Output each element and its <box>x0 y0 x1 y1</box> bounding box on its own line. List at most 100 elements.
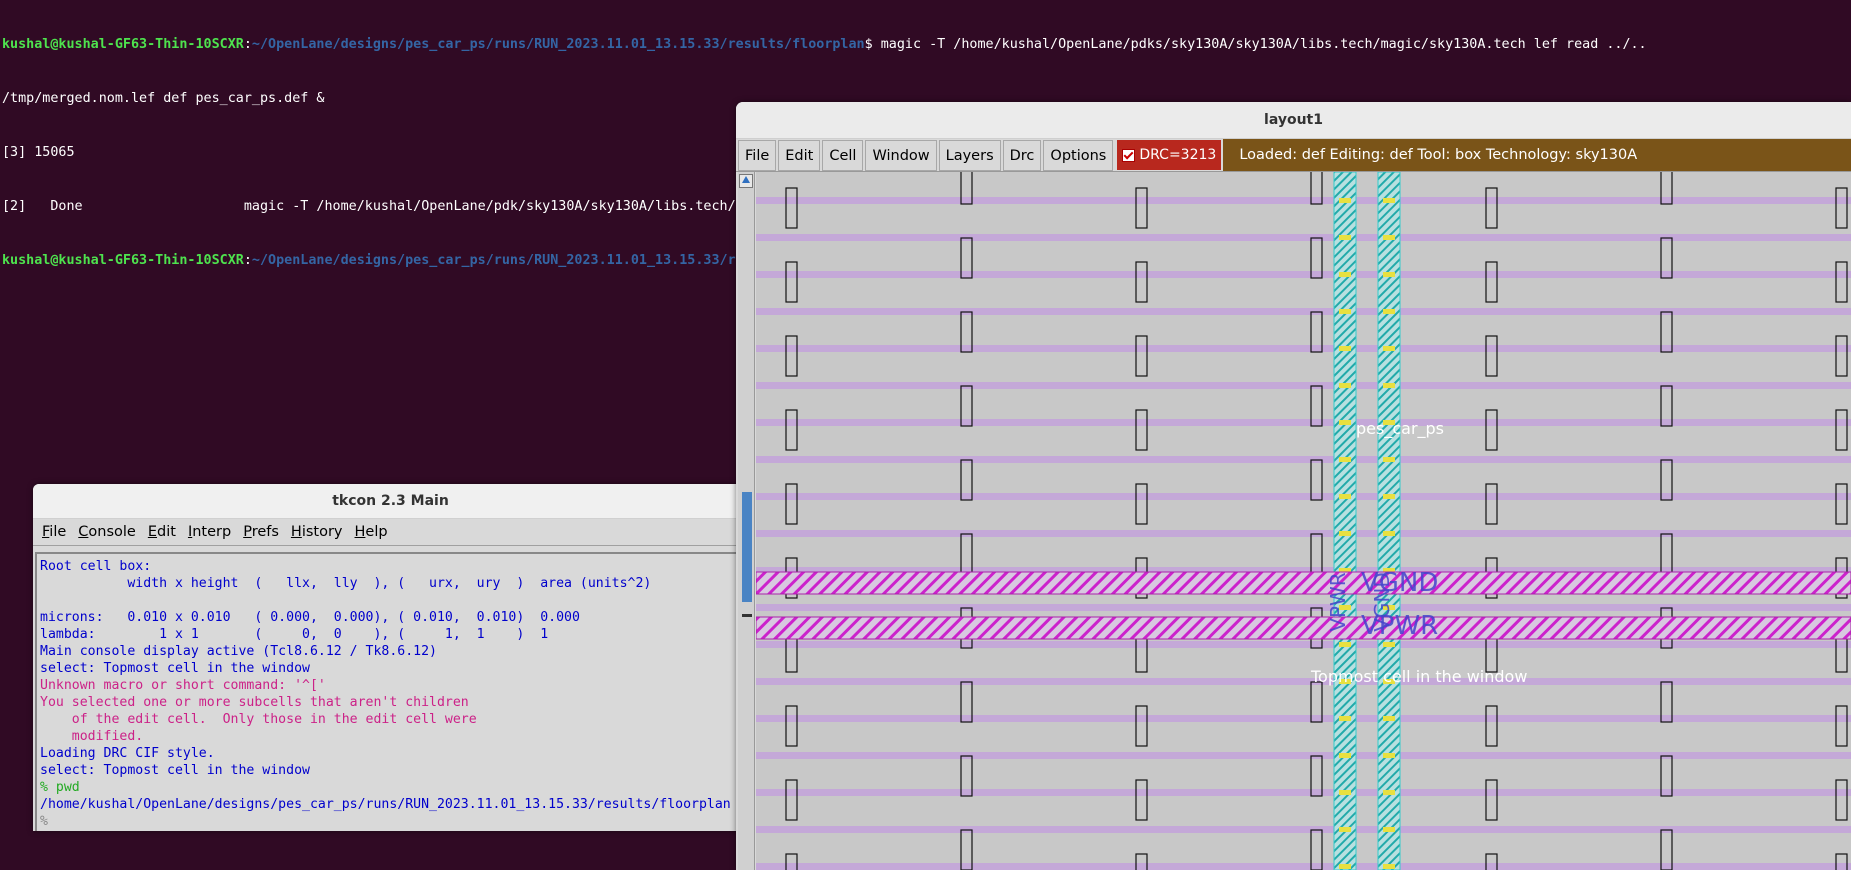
console-line: Main console display active (Tcl8.6.12 /… <box>40 644 437 659</box>
vpwr-strap <box>756 616 1851 640</box>
row-stripe <box>756 382 1851 389</box>
via-marker <box>1383 642 1395 647</box>
via-marker <box>1339 272 1351 277</box>
row-stripe <box>756 604 1851 611</box>
vertical-scrollbar[interactable] <box>738 172 755 870</box>
scroll-up-arrow-icon[interactable] <box>739 174 753 188</box>
tap-cell <box>785 483 798 525</box>
tap-cell <box>1135 483 1148 525</box>
prompt-user: kushal@kushal-GF63-Thin-10SCXR <box>2 37 244 52</box>
row-stripe <box>756 493 1851 500</box>
console-line: select: Topmost cell in the window <box>40 763 310 778</box>
tkcon-menu-console[interactable]: Console <box>73 524 143 540</box>
layout-toolbar: File Edit Cell Window Layers Drc Options… <box>736 139 1851 172</box>
rail-vertical-label: VPWR <box>1326 572 1350 632</box>
via-marker <box>1339 420 1351 425</box>
tap-cell <box>1835 187 1848 229</box>
console-line: Unknown macro or short command: '^[' <box>40 678 326 693</box>
tkcon-menu-history[interactable]: History <box>286 524 350 540</box>
console-line: You selected one or more subcells that a… <box>40 695 469 710</box>
row-stripe <box>756 271 1851 278</box>
row-stripe <box>756 530 1851 537</box>
row-stripe <box>756 752 1851 759</box>
console-line: % pwd <box>40 780 80 795</box>
row-stripe <box>756 641 1851 648</box>
row-stripe <box>756 678 1851 685</box>
via-marker <box>1383 272 1395 277</box>
via-marker <box>1383 198 1395 203</box>
layout-window: layout1 File Edit Cell Window Layers Drc… <box>736 102 1851 870</box>
console-line: width x height ( llx, lly ), ( urx, ury … <box>40 576 652 591</box>
tap-cell <box>1485 705 1498 747</box>
via-marker <box>1339 383 1351 388</box>
tkcon-menu-prefs[interactable]: Prefs <box>238 524 286 540</box>
row-stripe <box>756 456 1851 463</box>
tap-cell <box>1135 187 1148 229</box>
tap-cell <box>785 187 798 229</box>
scroll-thumb[interactable] <box>742 492 752 602</box>
tkcon-console[interactable]: Root cell box: width x height ( llx, lly… <box>35 552 748 831</box>
via-marker <box>1339 642 1351 647</box>
tap-cell <box>1835 409 1848 451</box>
via-marker <box>1339 346 1351 351</box>
console-line: of the edit cell. Only those in the edit… <box>40 712 477 727</box>
layout-menu-window[interactable]: Window <box>865 140 937 171</box>
via-marker <box>1383 716 1395 721</box>
prompt-user: kushal@kushal-GF63-Thin-10SCXR <box>2 253 244 268</box>
tkcon-menu-interp[interactable]: Interp <box>183 524 238 540</box>
via-marker <box>1339 235 1351 240</box>
via-marker <box>1339 753 1351 758</box>
via-marker <box>1383 235 1395 240</box>
scroll-marker <box>742 614 752 617</box>
row-stripe <box>756 234 1851 241</box>
layout-menu-drc[interactable]: Drc <box>1002 140 1042 171</box>
row-stripe <box>756 345 1851 352</box>
layout-menu-layers[interactable]: Layers <box>938 140 1001 171</box>
via-marker <box>1339 531 1351 536</box>
terminal-line-1: kushal@kushal-GF63-Thin-10SCXR:~/OpenLan… <box>0 36 1851 54</box>
via-marker <box>1339 827 1351 832</box>
vgnd-strap <box>756 571 1851 595</box>
row-stripe <box>756 789 1851 796</box>
vpwr-label: VPWR <box>1361 611 1439 641</box>
layout-drawing: VPWR VGND <box>756 172 1851 870</box>
tap-cell <box>1835 705 1848 747</box>
tap-cell <box>1835 779 1848 821</box>
tkcon-menubar: File Console Edit Interp Prefs History H… <box>33 519 748 546</box>
via-marker <box>1383 864 1395 869</box>
row-stripe <box>756 715 1851 722</box>
tkcon-menu-edit[interactable]: Edit <box>143 524 183 540</box>
selection-message: Topmost cell in the window <box>1311 667 1528 686</box>
drc-checkbox-icon[interactable] <box>1122 148 1136 162</box>
drc-indicator[interactable]: DRC=3213 <box>1117 140 1222 170</box>
tap-cell <box>1135 779 1148 821</box>
tkcon-titlebar[interactable]: tkcon 2.3 Main <box>33 484 748 519</box>
row-stripe <box>756 197 1851 204</box>
command-text: $ magic -T /home/kushal/OpenLane/pdks/sk… <box>864 37 1647 52</box>
console-line: Loading DRC CIF style. <box>40 746 215 761</box>
layout-menu-cell[interactable]: Cell <box>822 140 864 171</box>
cell-name-label: pes_car_ps <box>1356 419 1445 438</box>
layout-canvas[interactable]: VPWR VGND pes_car_ps VGND VPWR Topmost ce… <box>756 172 1851 870</box>
tkcon-menu-help[interactable]: Help <box>350 524 395 540</box>
drc-count: DRC=3213 <box>1139 147 1217 163</box>
via-marker <box>1383 383 1395 388</box>
via-marker <box>1383 346 1395 351</box>
via-marker <box>1339 198 1351 203</box>
via-marker <box>1383 790 1395 795</box>
tap-cell <box>1835 483 1848 525</box>
layout-menu-file[interactable]: File <box>738 140 777 171</box>
layout-titlebar[interactable]: layout1 <box>736 102 1851 139</box>
via-marker <box>1339 790 1351 795</box>
via-marker <box>1339 457 1351 462</box>
tkcon-menu-file[interactable]: File <box>37 524 73 540</box>
layout-menu-options[interactable]: Options <box>1043 140 1114 171</box>
console-line: select: Topmost cell in the window <box>40 661 310 676</box>
tap-cell <box>1485 409 1498 451</box>
layout-menu-edit[interactable]: Edit <box>778 140 821 171</box>
via-marker <box>1383 827 1395 832</box>
via-marker <box>1383 457 1395 462</box>
via-marker <box>1383 309 1395 314</box>
tap-cell <box>1835 335 1848 377</box>
